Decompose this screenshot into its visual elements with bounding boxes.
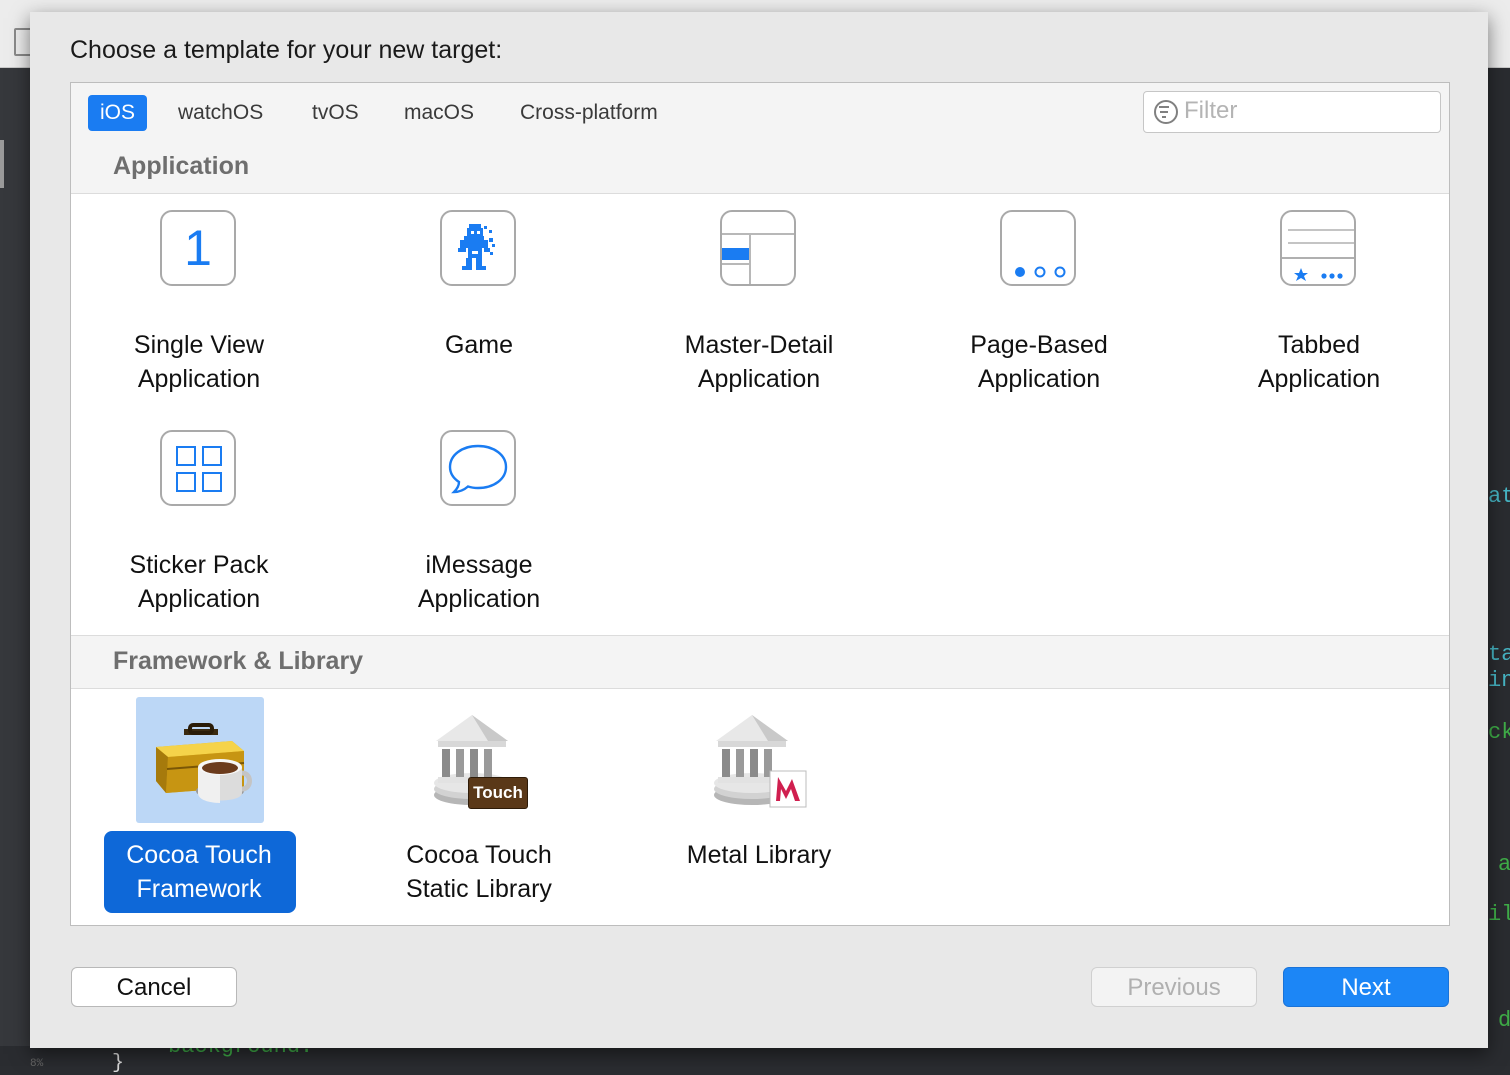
code-fragment: ta xyxy=(1488,642,1510,667)
metal-library-icon[interactable] xyxy=(706,707,814,815)
tab-ios[interactable]: iOS xyxy=(88,95,148,131)
filter-input[interactable] xyxy=(1184,96,1424,126)
imessage-icon[interactable] xyxy=(440,430,516,506)
template-label-single-view[interactable]: Single View Application xyxy=(89,328,309,396)
template-label-imessage[interactable]: iMessage Application xyxy=(369,548,589,616)
template-label-cocoa-touch-framework[interactable]: Cocoa Touch Framework xyxy=(89,838,309,906)
game-icon[interactable] xyxy=(440,210,516,286)
tab-tvos[interactable]: tvOS xyxy=(300,95,371,131)
platform-tab-bar: iOS watchOS tvOS macOS Cross-platform xyxy=(71,83,1449,142)
code-fragment: in xyxy=(1488,668,1510,693)
template-label-page-based[interactable]: Page-Based Application xyxy=(929,328,1149,396)
cocoa-touch-framework-icon[interactable] xyxy=(146,707,254,815)
new-target-sheet: Choose a template for your new target: i… xyxy=(30,12,1488,1048)
code-brace: } xyxy=(112,1052,125,1075)
cancel-button[interactable]: Cancel xyxy=(71,967,237,1007)
tabbed-icon[interactable] xyxy=(1280,210,1356,286)
section-header-application: Application xyxy=(71,141,1449,194)
filter-field[interactable] xyxy=(1143,91,1441,133)
single-view-number: 1 xyxy=(184,220,212,276)
section-header-framework-library: Framework & Library xyxy=(71,635,1449,689)
template-chooser-panel: iOS watchOS tvOS macOS Cross-platform Ap… xyxy=(70,82,1450,926)
code-fragment: at xyxy=(1488,484,1510,509)
line-number: 8% xyxy=(30,1058,44,1070)
code-fragment: a xyxy=(1498,852,1510,877)
template-label-tabbed[interactable]: Tabbed Application xyxy=(1209,328,1429,396)
master-detail-icon[interactable] xyxy=(720,210,796,286)
next-button[interactable]: Next xyxy=(1283,967,1449,1007)
touch-badge: Touch xyxy=(468,777,528,809)
tab-cross-platform[interactable]: Cross-platform xyxy=(508,95,670,131)
code-fragment: d xyxy=(1498,1008,1510,1033)
editor-left-gutter xyxy=(0,68,30,1066)
previous-button[interactable]: Previous xyxy=(1091,967,1257,1007)
single-view-icon[interactable]: 1 xyxy=(160,210,236,286)
template-label-sticker-pack[interactable]: Sticker Pack Application xyxy=(89,548,309,616)
section-title: Framework & Library xyxy=(113,647,364,675)
template-label-master-detail[interactable]: Master-Detail Application xyxy=(649,328,869,396)
tab-watchos[interactable]: watchOS xyxy=(166,95,275,131)
code-fragment: ck xyxy=(1488,720,1510,745)
template-label-metal-library[interactable]: Metal Library xyxy=(649,838,869,872)
template-label-game[interactable]: Game xyxy=(369,328,589,362)
sticker-pack-icon[interactable] xyxy=(160,430,236,506)
section-title: Application xyxy=(113,152,250,180)
editor-bottom-background: 8% } background: xyxy=(0,1034,1510,1075)
tab-macos[interactable]: macOS xyxy=(392,95,486,131)
template-label-cocoa-touch-static-library[interactable]: Cocoa Touch Static Library xyxy=(369,838,589,906)
dialog-title: Choose a template for your new target: xyxy=(70,36,503,64)
code-fragment: il xyxy=(1488,902,1510,927)
page-based-icon[interactable] xyxy=(1000,210,1076,286)
gutter-marker xyxy=(0,140,4,188)
filter-icon xyxy=(1154,100,1178,124)
